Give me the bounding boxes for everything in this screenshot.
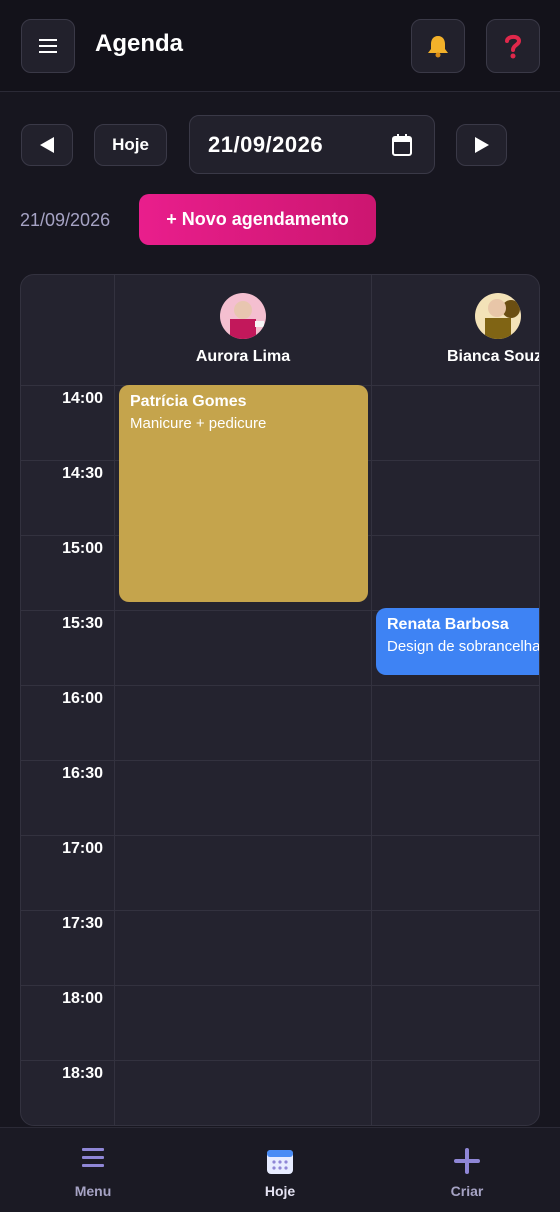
- time-label: 16:00: [62, 690, 103, 707]
- app-header: Agenda: [0, 0, 560, 92]
- time-label: 18:30: [62, 1065, 103, 1082]
- time-label: 14:00: [62, 390, 103, 407]
- nav-create[interactable]: Criar: [407, 1128, 527, 1212]
- date-input[interactable]: 21/09/2026: [189, 115, 435, 174]
- time-label: 17:00: [62, 840, 103, 857]
- hamburger-icon: [39, 39, 57, 53]
- time-slot-row[interactable]: 16:30: [21, 761, 539, 836]
- agenda-page: Agenda Hoje 21/09/2026 21/09/2026 + Novo…: [0, 0, 560, 1212]
- staff-column-aurora[interactable]: Aurora Lima: [115, 275, 371, 386]
- triangle-left-icon: [40, 137, 54, 153]
- time-label: 17:30: [62, 915, 103, 932]
- calendar-icon: [267, 1150, 293, 1174]
- plus-icon: [454, 1148, 480, 1174]
- date-value: 21/09/2026: [208, 131, 324, 157]
- nav-label: Hoje: [264, 1183, 296, 1199]
- menu-button[interactable]: [21, 19, 75, 73]
- time-slot-row[interactable]: 18:00: [21, 986, 539, 1061]
- triangle-right-icon: [474, 137, 489, 153]
- nav-menu[interactable]: Menu: [33, 1128, 153, 1212]
- column-divider: [371, 275, 372, 1125]
- staff-name: Aurora Lima: [195, 348, 291, 365]
- today-button[interactable]: Hoje: [94, 124, 167, 166]
- bell-icon: [428, 36, 448, 58]
- notifications-button[interactable]: [411, 19, 465, 73]
- appointment-client: Renata Barbosa: [387, 616, 509, 633]
- time-label: 16:30: [62, 765, 103, 782]
- appointment-service: Design de sobrancelha: [387, 638, 540, 655]
- time-label: 15:00: [62, 540, 103, 557]
- nav-label: Criar: [450, 1183, 484, 1199]
- time-label: 15:30: [62, 615, 103, 632]
- staff-name: Bianca Souz: [447, 348, 540, 365]
- bottom-navigation: Menu Hoje Criar: [0, 1127, 560, 1212]
- staff-header-row: Aurora Lima Bianca Souz: [21, 275, 540, 386]
- avatar: [475, 293, 521, 339]
- avatar: [220, 293, 266, 339]
- hamburger-icon: [82, 1148, 104, 1167]
- column-divider: [114, 275, 115, 1125]
- day-calendar: 14:00 14:30 15:00 15:30 16:00 16:30 17:0…: [20, 274, 540, 1126]
- nav-label: Menu: [74, 1183, 112, 1199]
- appointment-card[interactable]: Patrícia Gomes Manicure + pedicure: [119, 385, 368, 602]
- next-day-button[interactable]: [456, 124, 507, 166]
- time-label: 14:30: [62, 465, 103, 482]
- selected-date-label: 21/09/2026: [20, 210, 111, 230]
- calendar-icon[interactable]: [392, 134, 412, 156]
- staff-column-bianca[interactable]: Bianca Souz: [372, 275, 540, 386]
- help-button[interactable]: [486, 19, 540, 73]
- time-slot-row[interactable]: 17:00: [21, 836, 539, 911]
- new-appointment-button[interactable]: + Novo agendamento: [139, 194, 376, 245]
- time-slot-row[interactable]: 18:30: [21, 1061, 539, 1125]
- time-slot-row[interactable]: 16:00: [21, 686, 539, 761]
- appointment-service: Manicure + pedicure: [130, 415, 267, 432]
- page-title: Agenda: [95, 30, 184, 57]
- appointment-card[interactable]: Renata Barbosa Design de sobrancelha: [376, 608, 540, 675]
- previous-day-button[interactable]: [21, 124, 73, 166]
- nav-today[interactable]: Hoje: [220, 1128, 340, 1212]
- appointment-client: Patrícia Gomes: [130, 393, 247, 410]
- question-icon: [505, 34, 522, 59]
- time-label: 18:00: [62, 990, 103, 1007]
- time-slot-row[interactable]: 17:30: [21, 911, 539, 986]
